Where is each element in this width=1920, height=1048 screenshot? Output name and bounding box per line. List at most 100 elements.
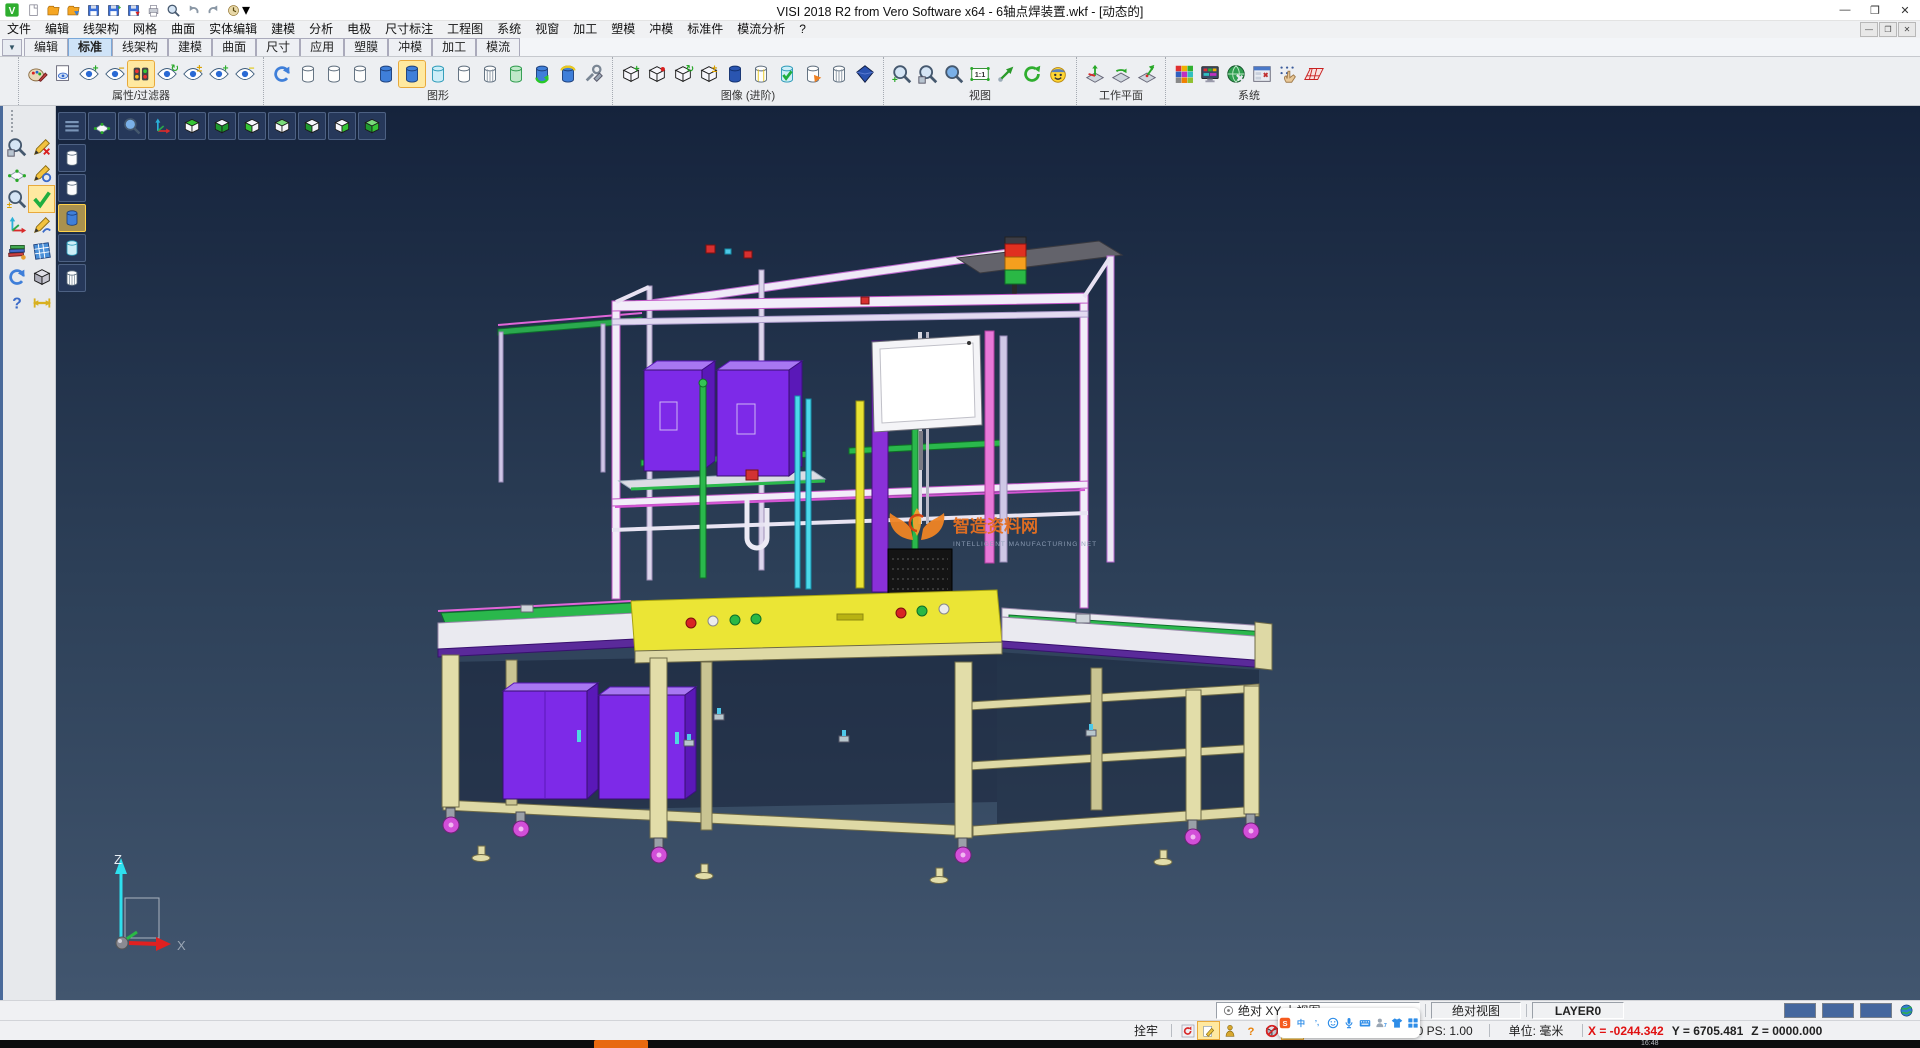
wireframe-solid-icon[interactable]	[826, 61, 852, 87]
sogou-logo-icon[interactable]: S	[1278, 1012, 1293, 1034]
filter-document-icon[interactable]	[50, 61, 76, 87]
image-traffic-icon[interactable]: ●	[644, 61, 670, 87]
display-transparent-icon[interactable]	[425, 61, 451, 87]
tab-冲模[interactable]: 冲模	[388, 38, 432, 56]
ime-voice-icon[interactable]	[1342, 1012, 1357, 1034]
tab-编辑[interactable]: 编辑	[24, 38, 68, 56]
ime-toolbox-icon[interactable]	[1405, 1012, 1420, 1034]
menu-item-14[interactable]: 加工	[566, 21, 604, 38]
ime-punct-icon[interactable]: ’,	[1310, 1012, 1325, 1034]
axis-triad-icon[interactable]	[148, 112, 176, 140]
tab-建模[interactable]: 建模	[168, 38, 212, 56]
menu-item-7[interactable]: 建模	[264, 21, 302, 38]
workplane-rotate-icon[interactable]	[1108, 61, 1134, 87]
tab-线架构[interactable]: 线架构	[112, 38, 168, 56]
hide-entities-icon[interactable]: −	[102, 61, 128, 87]
show-entities-icon[interactable]: +	[76, 61, 102, 87]
validate-solid-icon[interactable]	[774, 61, 800, 87]
view-front-icon[interactable]	[238, 112, 266, 140]
redraw-icon[interactable]	[4, 264, 29, 290]
menu-item-17[interactable]: 标准件	[680, 21, 730, 38]
sheet-icon[interactable]	[29, 238, 54, 264]
zoom-in-icon[interactable]: +	[889, 61, 915, 87]
image-toggle-icon[interactable]: ±	[696, 61, 722, 87]
query-icon[interactable]: ?	[1240, 1022, 1261, 1039]
menu-item-13[interactable]: 视窗	[528, 21, 566, 38]
view-bottom-icon[interactable]	[208, 112, 236, 140]
view-left-icon[interactable]	[298, 112, 326, 140]
profile-settings-icon[interactable]	[1249, 61, 1275, 87]
save-as-icon[interactable]: +	[104, 1, 122, 19]
tab-尺寸[interactable]: 尺寸	[256, 38, 300, 56]
attributes-palette-icon[interactable]	[24, 61, 50, 87]
rotate-shading-icon[interactable]	[555, 61, 581, 87]
tab-应用[interactable]: 应用	[300, 38, 344, 56]
ime-mode-icon[interactable]: 中	[1294, 1012, 1309, 1034]
system-tools-icon[interactable]	[1223, 61, 1249, 87]
quick-access-dropdown-icon[interactable]: ▾	[242, 0, 250, 20]
confirm-icon[interactable]	[29, 186, 54, 212]
network-globe-icon[interactable]	[1896, 1002, 1916, 1019]
hide-all-icon[interactable]: −	[232, 61, 258, 87]
mdi-restore-button[interactable]: ❐	[1879, 22, 1897, 37]
menu-item-5[interactable]: 曲面	[164, 21, 202, 38]
menu-item-4[interactable]: 网格	[126, 21, 164, 38]
filter-traffic-light-icon[interactable]	[128, 61, 154, 87]
workplane-axis-icon[interactable]	[4, 212, 29, 238]
display-flat-icon[interactable]	[451, 61, 477, 87]
display-settings-icon[interactable]	[581, 61, 607, 87]
tab-标准[interactable]: 标准	[68, 38, 112, 56]
undo-icon[interactable]	[184, 1, 202, 19]
save-icon[interactable]	[84, 1, 102, 19]
menu-item-3[interactable]: 线架构	[76, 21, 126, 38]
view-iso-icon[interactable]	[358, 112, 386, 140]
zoom-window2-icon[interactable]: ±	[4, 186, 29, 212]
taskbar-app-sliver[interactable]	[594, 1040, 648, 1048]
spline-icon[interactable]	[29, 212, 54, 238]
solid-blue-icon[interactable]	[722, 61, 748, 87]
menu-item-9[interactable]: 电极	[340, 21, 378, 38]
display-hidden-line-icon[interactable]	[321, 61, 347, 87]
menu-item-2[interactable]: 编辑	[38, 21, 76, 38]
redo-icon[interactable]	[204, 1, 222, 19]
solid-striped-icon[interactable]	[748, 61, 774, 87]
ime-emoji-icon[interactable]	[1326, 1012, 1341, 1034]
rotate-view-icon[interactable]	[1019, 61, 1045, 87]
picker-icon[interactable]	[1198, 1022, 1219, 1039]
fit-view-icon[interactable]	[88, 112, 116, 140]
close-button[interactable]: ✕	[1890, 1, 1920, 20]
shade-transparent-icon[interactable]	[58, 234, 86, 262]
print-icon[interactable]	[144, 1, 162, 19]
ime-keyboard-icon[interactable]	[1357, 1012, 1372, 1034]
copy-solid-icon[interactable]	[800, 61, 826, 87]
dock-drag-handle[interactable]	[11, 110, 13, 132]
add-image-icon[interactable]: +	[618, 61, 644, 87]
zoom-sphere-icon[interactable]	[118, 112, 146, 140]
shade-hidden-icon[interactable]	[58, 174, 86, 202]
menu-item-12[interactable]: 系统	[490, 21, 528, 38]
view-list-icon[interactable]	[58, 112, 86, 140]
display-dashed-icon[interactable]	[347, 61, 373, 87]
workplane-standard-icon[interactable]	[1082, 61, 1108, 87]
tab-模流[interactable]: 模流	[476, 38, 520, 56]
menu-item-6[interactable]: 实体编辑	[202, 21, 264, 38]
tab-曲面[interactable]: 曲面	[212, 38, 256, 56]
open-file-icon[interactable]	[44, 1, 62, 19]
refresh-visibility-icon[interactable]: ↻	[154, 61, 180, 87]
layers-icon[interactable]	[4, 238, 29, 264]
delete-entity-icon[interactable]	[29, 134, 54, 160]
ime-skin-icon[interactable]	[1389, 1012, 1404, 1034]
shade-wireframe-icon[interactable]	[58, 144, 86, 172]
gem-view-icon[interactable]	[852, 61, 878, 87]
grid-settings-icon[interactable]	[1301, 61, 1327, 87]
pan-view-icon[interactable]	[993, 61, 1019, 87]
zoom-previous-icon[interactable]	[941, 61, 967, 87]
image-refresh-icon[interactable]: ↻	[670, 61, 696, 87]
layer-field[interactable]: LAYER0	[1532, 1002, 1624, 1019]
view-top-icon[interactable]	[178, 112, 206, 140]
help-icon[interactable]: ?	[4, 290, 29, 316]
show-all-icon[interactable]: +	[206, 61, 232, 87]
viewport-3d[interactable]: 智造资料网 INTELLIGENT MANUFACTURING NET Z X	[56, 106, 1920, 1004]
view-mode-field[interactable]: 绝对视图	[1431, 1002, 1521, 1019]
tab-塑膜[interactable]: 塑膜	[344, 38, 388, 56]
